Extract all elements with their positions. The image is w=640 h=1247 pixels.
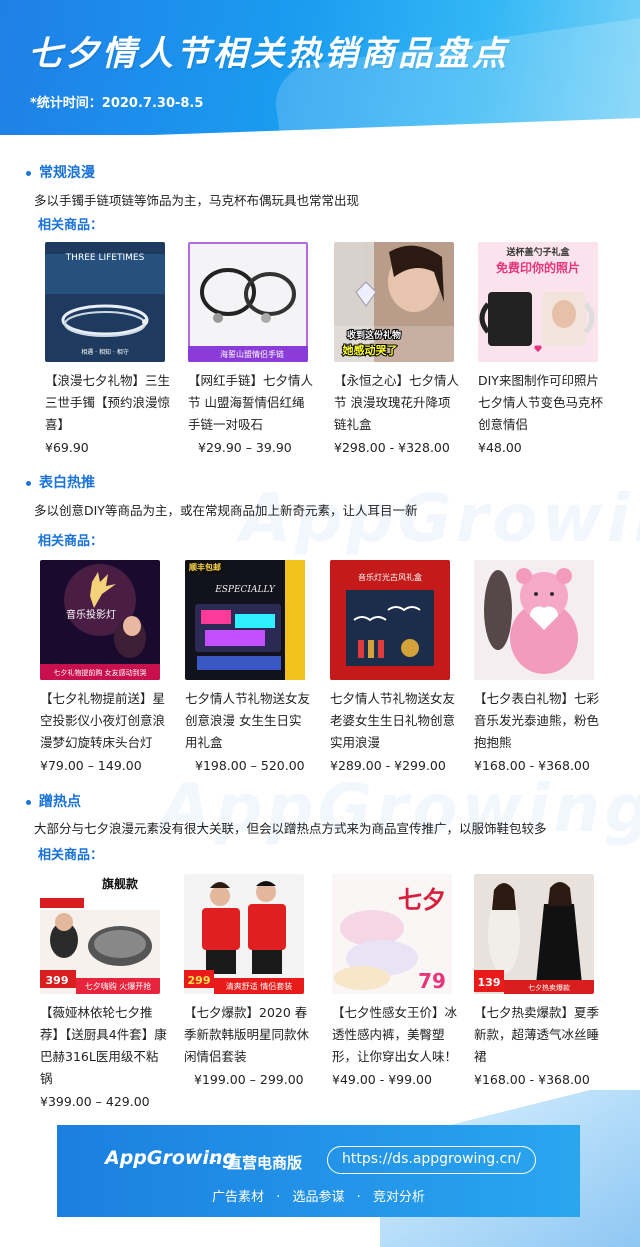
section-description: 多以创意DIY等商品为主，或在常规商品加上新奇元素，让人耳目一新 bbox=[34, 503, 418, 518]
section-title: 常规浪漫 bbox=[26, 162, 95, 182]
section-description: 多以手镯手链项链等饰品为主，马克杯布偶玩具也常常出现 bbox=[34, 193, 360, 208]
related-products-label: 相关商品： bbox=[38, 848, 104, 863]
image-text: 顺丰包邮 bbox=[189, 562, 221, 572]
product-title[interactable]: 【网红手链】七夕情人节 山盟海誓情侣红绳手链一对吸石 bbox=[188, 370, 316, 436]
product-card[interactable]: 送杯盖勺子礼盒 免费印你的照片 DIY来图制作可印照片七夕情人节变色马克杯创意情… bbox=[478, 242, 608, 455]
footer-tag: 选品参谋 bbox=[292, 1190, 345, 1205]
footer-tag-separator: · bbox=[356, 1190, 361, 1205]
product-price: ¥168.00 - ¥368.00 bbox=[474, 758, 590, 773]
footer-edition: 直营电商版 bbox=[227, 1154, 303, 1172]
image-price-tag: 399 bbox=[46, 974, 69, 987]
bullet-icon bbox=[26, 480, 31, 486]
image-subtext: 免费印你的照片 bbox=[496, 260, 580, 275]
header-banner: 七夕情人节相关热销商品盘点 *统计时间：2020.7.30-8.5 bbox=[0, 0, 640, 135]
product-image[interactable]: 音乐灯光古风礼盒 bbox=[330, 560, 450, 680]
product-title[interactable]: 【薇娅林依轮七夕推荐】【送厨具4件套】康巴赫316L医用级不粘锅 bbox=[40, 1002, 168, 1090]
image-text: 七夕热卖爆款 bbox=[528, 983, 570, 992]
image-text: THREE LIFETIMES bbox=[65, 253, 145, 263]
page-title: 七夕情人节相关热销商品盘点 bbox=[28, 34, 509, 74]
footer-dash: – bbox=[209, 1151, 217, 1169]
image-subtext: 七夕嗨购 火爆开抢 bbox=[85, 981, 152, 991]
product-image[interactable]: 收到这份礼物 她感动哭了 bbox=[334, 242, 454, 362]
image-text: 送杯盖勺子礼盒 bbox=[505, 246, 570, 258]
image-text: 收到这份礼物 bbox=[347, 329, 401, 341]
footer-tag: 竞对分析 bbox=[372, 1190, 425, 1205]
product-price: ¥199.00 – 299.00 bbox=[194, 1072, 304, 1087]
product-card[interactable]: 顺丰包邮 ESPECIALLY 七夕情人节礼物送女友创意浪漫 女生生日实用礼盒 … bbox=[185, 560, 315, 773]
product-image[interactable]: 音乐投影灯 七夕礼物提前购 女友感动到哭 bbox=[40, 560, 160, 680]
related-products-label: 相关商品： bbox=[38, 534, 104, 549]
product-price: ¥69.90 bbox=[45, 440, 89, 455]
footer-banner: AppGrowing – 直营电商版 https://ds.appgrowing… bbox=[57, 1125, 580, 1217]
image-subtext: 相遇 · 相知 · 相守 bbox=[81, 348, 128, 356]
related-products-label: 相关商品： bbox=[38, 218, 104, 233]
footer-url-link[interactable]: https://ds.appgrowing.cn/ bbox=[327, 1146, 536, 1174]
product-card[interactable]: THREE LIFETIMES 相遇 · 相知 · 相守 【浪漫七夕礼物】三生三… bbox=[45, 242, 175, 455]
image-text: 旗舰款 bbox=[102, 876, 139, 891]
image-text: 清爽舒适 情侣套装 bbox=[226, 981, 293, 991]
product-price: ¥79.00 – 149.00 bbox=[40, 758, 142, 773]
product-card[interactable]: 七夕 79 【七夕性感女王价】冰透性感内裤，美臀塑形，让你穿出女人味！ ¥49.… bbox=[332, 874, 462, 1087]
product-title[interactable]: DIY来图制作可印照片七夕情人节变色马克杯创意情侣 bbox=[478, 370, 606, 436]
product-card[interactable]: 音乐投影灯 七夕礼物提前购 女友感动到哭 【七夕礼物提前送】星空投影仪小夜灯创意… bbox=[40, 560, 170, 773]
product-card[interactable]: 旗舰款 399 七夕嗨购 火爆开抢 【薇娅林依轮七夕推荐】【送厨具4件套】康巴赫… bbox=[40, 874, 170, 1109]
product-title[interactable]: 【七夕礼物提前送】星空投影仪小夜灯创意浪漫梦幻旋转床头台灯 bbox=[40, 688, 168, 754]
image-price-tag: 79 bbox=[418, 969, 446, 993]
product-image[interactable]: 139 七夕热卖爆款 bbox=[474, 874, 594, 994]
image-price-tag: 299 bbox=[188, 974, 211, 987]
image-text: 海誓山盟情侣手链 bbox=[220, 349, 284, 359]
product-title[interactable]: 【七夕表白礼物】七彩音乐发光泰迪熊，粉色抱抱熊 bbox=[474, 688, 602, 754]
product-price: ¥48.00 bbox=[478, 440, 522, 455]
product-card[interactable]: 139 七夕热卖爆款 【七夕热卖爆款】夏季新款，超薄透气冰丝睡裙 ¥168.00… bbox=[474, 874, 604, 1087]
image-subtext: ESPECIALLY bbox=[214, 585, 276, 595]
product-title[interactable]: 【七夕性感女王价】冰透性感内裤，美臀塑形，让你穿出女人味！ bbox=[332, 1002, 460, 1068]
bullet-icon bbox=[26, 799, 31, 805]
bullet-icon bbox=[26, 170, 31, 176]
product-card[interactable]: 海誓山盟情侣手链 【网红手链】七夕情人节 山盟海誓情侣红绳手链一对吸石 ¥29.… bbox=[188, 242, 318, 455]
product-image[interactable]: THREE LIFETIMES 相遇 · 相知 · 相守 bbox=[45, 242, 165, 362]
footer-tag: 广告素材 bbox=[212, 1190, 265, 1205]
product-image[interactable] bbox=[474, 560, 594, 680]
product-price: ¥298.00 - ¥328.00 bbox=[334, 440, 450, 455]
product-image[interactable]: 海誓山盟情侣手链 bbox=[188, 242, 308, 362]
product-title[interactable]: 【七夕爆款】2020 春季新款韩版明星同款休闲情侣套装 bbox=[184, 1002, 312, 1068]
stat-period: *统计时间：2020.7.30-8.5 bbox=[30, 96, 204, 111]
product-card[interactable]: 音乐灯光古风礼盒 七夕情人节礼物送女友老婆女生生日礼物创意实用浪漫 ¥289.0… bbox=[330, 560, 460, 773]
image-text: 七夕 bbox=[398, 885, 446, 914]
image-price-tag: 139 bbox=[478, 976, 501, 989]
product-price: ¥198.00 – 520.00 bbox=[195, 758, 305, 773]
product-price: ¥289.00 - ¥299.00 bbox=[330, 758, 446, 773]
product-price: ¥168.00 - ¥368.00 bbox=[474, 1072, 590, 1087]
product-image[interactable]: 299 清爽舒适 情侣套装 bbox=[184, 874, 304, 994]
product-image[interactable]: 顺丰包邮 ESPECIALLY bbox=[185, 560, 305, 680]
product-image[interactable]: 送杯盖勺子礼盒 免费印你的照片 bbox=[478, 242, 598, 362]
product-title[interactable]: 【永恒之心】七夕情人节 浪漫玫瑰花升降项链礼盒 bbox=[334, 370, 462, 436]
product-image[interactable]: 旗舰款 399 七夕嗨购 火爆开抢 bbox=[40, 874, 160, 994]
product-card[interactable]: 收到这份礼物 她感动哭了 【永恒之心】七夕情人节 浪漫玫瑰花升降项链礼盒 ¥29… bbox=[334, 242, 464, 455]
product-card[interactable]: 【七夕表白礼物】七彩音乐发光泰迪熊，粉色抱抱熊 ¥168.00 - ¥368.0… bbox=[474, 560, 604, 773]
product-image[interactable]: 七夕 79 bbox=[332, 874, 452, 994]
image-subtext: 她感动哭了 bbox=[343, 343, 398, 357]
image-text: 音乐投影灯 bbox=[66, 608, 116, 621]
product-title[interactable]: 【七夕热卖爆款】夏季新款，超薄透气冰丝睡裙 bbox=[474, 1002, 602, 1068]
product-price: ¥29.90 – 39.90 bbox=[198, 440, 292, 455]
product-title[interactable]: 七夕情人节礼物送女友创意浪漫 女生生日实用礼盒 bbox=[185, 688, 313, 754]
section-description: 大部分与七夕浪漫元素没有很大关联，但会以蹭热点方式来为商品宣传推广，以服饰鞋包较… bbox=[34, 821, 547, 836]
section-title: 表白热推 bbox=[26, 472, 95, 492]
image-text: 音乐灯光古风礼盒 bbox=[358, 572, 422, 582]
footer-tag-separator: · bbox=[276, 1190, 281, 1205]
footer-tags: 广告素材 · 选品参谋 · 竞对分析 bbox=[57, 1186, 580, 1205]
image-subtext: 七夕礼物提前购 女友感动到哭 bbox=[53, 668, 146, 677]
section-title: 蹭热点 bbox=[26, 791, 81, 811]
product-price: ¥49.00 - ¥99.00 bbox=[332, 1072, 432, 1087]
product-card[interactable]: 299 清爽舒适 情侣套装 【七夕爆款】2020 春季新款韩版明星同款休闲情侣套… bbox=[184, 874, 314, 1087]
product-title[interactable]: 【浪漫七夕礼物】三生三世手镯【预约浪漫惊喜】 bbox=[45, 370, 173, 436]
product-title[interactable]: 七夕情人节礼物送女友老婆女生生日礼物创意实用浪漫 bbox=[330, 688, 458, 754]
